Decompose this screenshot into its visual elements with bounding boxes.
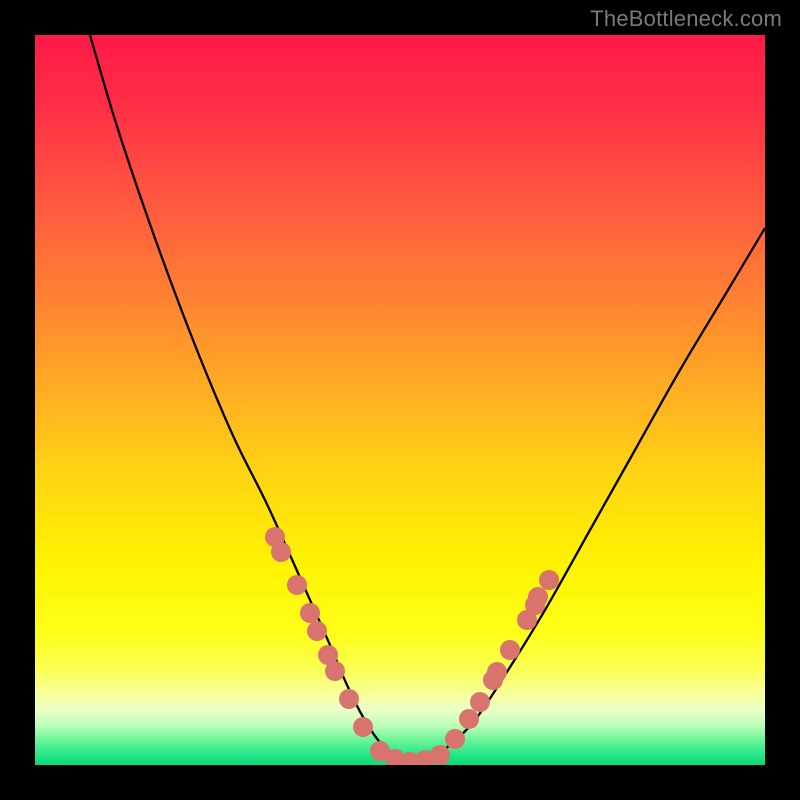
data-marker	[445, 729, 465, 749]
data-marker	[470, 692, 490, 712]
data-marker	[500, 640, 520, 660]
plot-area	[35, 35, 765, 765]
data-marker	[539, 570, 559, 590]
chart-frame: TheBottleneck.com	[0, 0, 800, 800]
data-marker	[287, 575, 307, 595]
data-marker	[528, 587, 548, 607]
curve-layer	[35, 35, 765, 765]
data-marker	[339, 689, 359, 709]
data-marker	[271, 542, 291, 562]
data-marker	[307, 621, 327, 641]
data-marker	[430, 745, 450, 765]
bottleneck-curve	[90, 35, 765, 762]
marker-group	[265, 527, 559, 765]
data-marker	[459, 709, 479, 729]
data-marker	[353, 717, 373, 737]
data-marker	[300, 603, 320, 623]
data-marker	[487, 662, 507, 682]
data-marker	[325, 661, 345, 681]
watermark-text: TheBottleneck.com	[590, 6, 782, 32]
